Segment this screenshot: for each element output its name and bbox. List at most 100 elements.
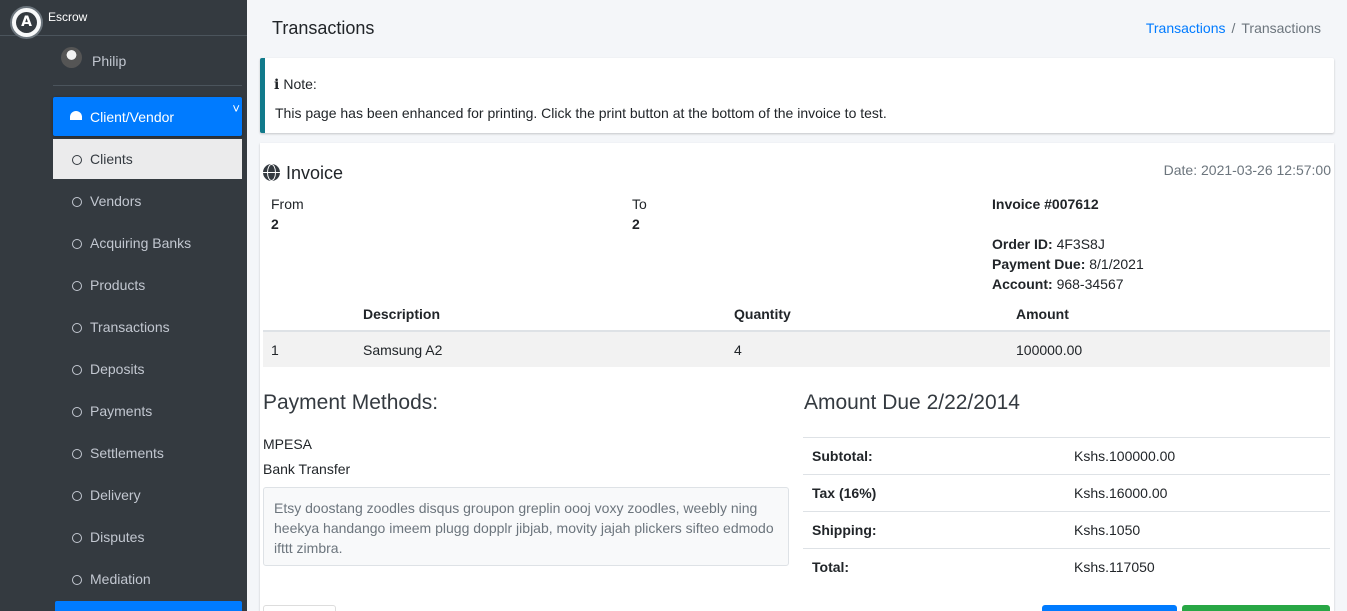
account-value: 968-34567	[1056, 276, 1124, 292]
table-header-row: Description Quantity Amount	[263, 298, 1330, 332]
sidebar-item-label: Acquiring Banks	[90, 235, 192, 251]
payment-due-label: Payment Due:	[992, 256, 1086, 272]
circle-icon	[72, 365, 82, 375]
invoice-title: Invoice	[263, 163, 343, 184]
sidebar-item-label: Disputes	[90, 529, 145, 545]
payment-methods-title: Payment Methods:	[263, 391, 439, 414]
totals-label: Shipping:	[803, 511, 1065, 549]
from-label: From	[271, 196, 304, 212]
table-cell: 100000.00	[1008, 331, 1330, 367]
sidebar-item-label: Deposits	[90, 361, 145, 377]
sidebar-item-delivery[interactable]: Delivery	[53, 475, 242, 515]
column-header: Amount	[1008, 298, 1330, 332]
table-cell: 4	[726, 331, 1008, 367]
callout-title: i Note:	[274, 76, 317, 93]
totals-label: Subtotal:	[803, 437, 1065, 475]
to-label: To	[632, 196, 647, 212]
circle-icon	[72, 449, 82, 459]
brand-name: Escrow	[48, 10, 88, 24]
table-row: Total: Kshs.117050	[803, 548, 1330, 586]
sidebar-item-label: Mediation	[90, 571, 151, 587]
sidebar: A Escrow Philip Client/Vendor ˅ Clients …	[0, 0, 247, 611]
amount-due-title: Amount Due 2/22/2014	[804, 391, 1020, 414]
sidebar-item-transactions[interactable]: Transactions	[53, 307, 242, 347]
nav-client-vendor-label: Client/Vendor	[90, 109, 175, 125]
from-value: 2	[271, 216, 279, 232]
generate-pdf-button[interactable]	[1042, 605, 1177, 611]
sidebar-item-disputes[interactable]: Disputes	[53, 517, 242, 557]
sidebar-item-label: Products	[90, 277, 146, 293]
table-row: 1 Samsung A2 4 100000.00	[263, 331, 1330, 367]
sidebar-item-deposits[interactable]: Deposits	[53, 349, 242, 389]
app-logo-icon: A	[10, 6, 43, 39]
user-name[interactable]: Philip	[92, 53, 126, 69]
sidebar-item-payments[interactable]: Payments	[53, 391, 242, 431]
sidebar-item-settlements[interactable]: Settlements	[53, 433, 242, 473]
table-row: Shipping: Kshs.1050	[803, 511, 1330, 549]
table-cell: 1	[263, 331, 355, 367]
order-id: Order ID: 4F3S8J	[992, 236, 1105, 252]
breadcrumb-link[interactable]: Transactions	[1146, 20, 1226, 36]
sidebar-item-label: Delivery	[90, 487, 141, 503]
circle-icon	[72, 323, 82, 333]
totals-label: Total:	[803, 548, 1065, 586]
info-icon: i	[274, 77, 280, 93]
circle-icon	[72, 575, 82, 585]
totals-value: Kshs.100000.00	[1065, 437, 1330, 475]
breadcrumb-current: Transactions	[1241, 20, 1321, 36]
order-id-value: 4F3S8J	[1056, 236, 1105, 252]
circle-icon	[72, 281, 82, 291]
note-callout: i Note: This page has been enhanced for p…	[260, 58, 1334, 133]
table-row: Subtotal: Kshs.100000.00	[803, 437, 1330, 475]
payment-due-value: 8/1/2021	[1089, 256, 1144, 272]
sidebar-item-vendors[interactable]: Vendors	[53, 181, 242, 221]
brand-link[interactable]: A Escrow	[0, 0, 247, 39]
print-button[interactable]	[263, 605, 336, 611]
column-header: Description	[355, 298, 726, 332]
user-avatar	[61, 47, 82, 68]
sidebar-item-clients[interactable]: Clients	[53, 139, 242, 179]
invoice-date: Date: 2021-03-26 12:57:00	[1163, 162, 1331, 178]
column-header	[263, 298, 355, 332]
sidebar-item-mediation[interactable]: Mediation	[53, 559, 242, 599]
globe-icon	[263, 164, 280, 181]
totals-value: Kshs.117050	[1065, 548, 1330, 586]
chevron-down-icon: ˅	[232, 101, 240, 116]
sidebar-item-products[interactable]: Products	[53, 265, 242, 305]
circle-icon	[72, 239, 82, 249]
sidebar-item-acquiring-banks[interactable]: Acquiring Banks	[53, 223, 242, 263]
callout-title-text: Note:	[283, 76, 317, 92]
sidebar-item-label: Payments	[90, 403, 153, 419]
sidebar-item-label: Clients	[90, 151, 133, 167]
totals-value: Kshs.1050	[1065, 511, 1330, 549]
nav-client-vendor[interactable]: Client/Vendor ˅	[53, 97, 242, 136]
payment-note: Etsy doostang zoodles disqus groupon gre…	[263, 487, 789, 566]
totals-value: Kshs.16000.00	[1065, 474, 1330, 512]
sidebar-item-label: Vendors	[90, 193, 142, 209]
main-content: Transactions Transactions / Transactions i…	[247, 0, 1347, 611]
totals-table: Subtotal: Kshs.100000.00 Tax (16%) Kshs.…	[803, 437, 1330, 586]
sidebar-item-label: Settlements	[90, 445, 164, 461]
submit-payment-button[interactable]	[1182, 605, 1330, 611]
user-panel[interactable]: Philip	[53, 36, 242, 86]
circle-icon	[72, 197, 82, 207]
table-cell: Samsung A2	[355, 331, 726, 367]
table-row: Tax (16%) Kshs.16000.00	[803, 474, 1330, 512]
column-header: Quantity	[726, 298, 1008, 332]
circle-icon	[72, 491, 82, 501]
sidebar-item-next[interactable]	[55, 601, 242, 611]
payment-method: Bank Transfer	[263, 461, 351, 477]
sidebar-item-label: Transactions	[90, 319, 170, 335]
dashboard-gauge-icon	[70, 111, 82, 120]
totals-label: Tax (16%)	[803, 474, 1065, 512]
invoice: Invoice Date: 2021-03-26 12:57:00 From 2…	[260, 143, 1334, 611]
circle-icon	[72, 533, 82, 543]
invoice-number: Invoice #007612	[992, 196, 1099, 212]
callout-text: This page has been enhanced for printing…	[275, 105, 887, 121]
invoice-title-text: Invoice	[286, 163, 344, 183]
order-id-label: Order ID:	[992, 236, 1053, 252]
account-label: Account:	[992, 276, 1053, 292]
invoice-items-table: Description Quantity Amount 1 Samsung A2…	[263, 298, 1330, 367]
breadcrumb: Transactions / Transactions	[1146, 20, 1321, 36]
payment-method: MPESA	[263, 436, 313, 452]
